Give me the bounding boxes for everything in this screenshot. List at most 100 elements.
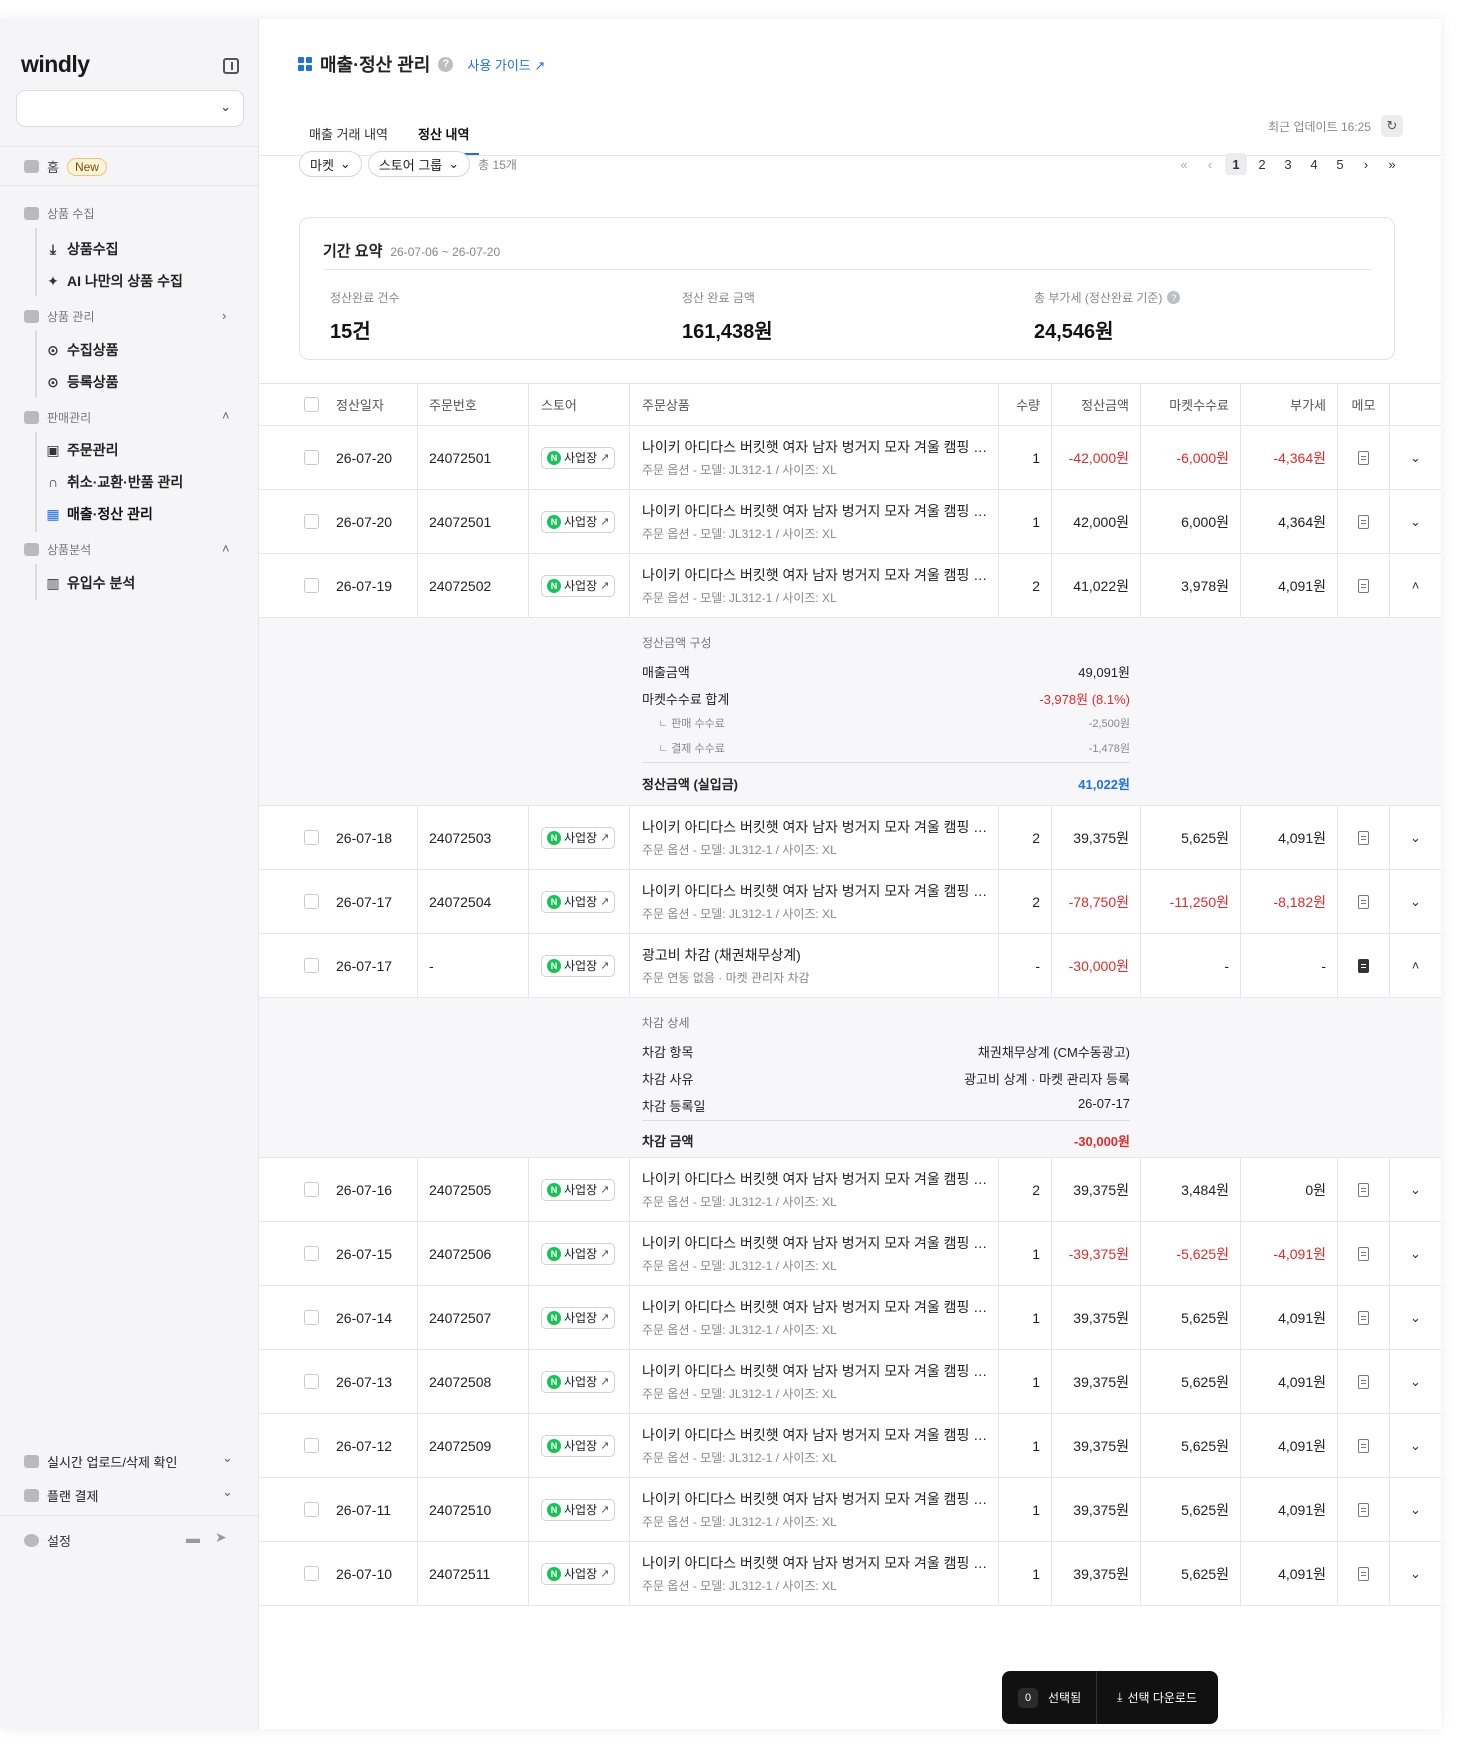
sidebar-item-plan[interactable]: 플랜 결제 xyxy=(24,1486,98,1505)
chevron-down-icon[interactable]: ⌄ xyxy=(222,1484,233,1500)
memo-icon[interactable] xyxy=(1358,958,1369,973)
market-fee: -5,625원 xyxy=(1141,1222,1241,1285)
store-group-filter[interactable]: 스토어 그룹 ⌄ xyxy=(367,151,471,177)
sidebar-group-analysis[interactable]: 상품분석 xyxy=(24,541,91,558)
cell-store: N 사업장 ↗ xyxy=(529,426,630,489)
sidebar-toggle-icon[interactable] xyxy=(223,58,239,74)
first-page-icon[interactable]: « xyxy=(1173,153,1195,175)
store-chip[interactable]: N 사업장 ↗ xyxy=(541,954,616,977)
memo-icon[interactable] xyxy=(1358,514,1369,529)
row-checkbox[interactable] xyxy=(304,450,319,465)
sidebar-group-sales[interactable]: 판매관리 xyxy=(24,409,91,426)
sidebar-item-settings[interactable]: 설정 xyxy=(24,1531,71,1550)
chevron-down-icon[interactable]: ⌄ xyxy=(1410,1438,1421,1454)
chevron-down-icon[interactable]: ⌄ xyxy=(1410,1310,1421,1326)
store-chip[interactable]: N 사업장 ↗ xyxy=(541,1434,616,1457)
row-checkbox[interactable] xyxy=(304,958,319,973)
store-chip[interactable]: N 사업장 ↗ xyxy=(541,510,616,533)
market-fee: 5,625원 xyxy=(1141,806,1241,869)
prev-page-icon[interactable]: ‹ xyxy=(1199,153,1221,175)
chevron-right-icon[interactable]: › xyxy=(222,308,226,323)
tab-settlement[interactable]: 정산 내역 xyxy=(418,124,469,143)
store-chip[interactable]: N 사업장 ↗ xyxy=(541,1306,616,1329)
settlement-amount: 39,375원 xyxy=(1052,1158,1141,1221)
refresh-icon[interactable]: ↻ xyxy=(1381,115,1403,137)
chevron-up-icon[interactable]: ˄ xyxy=(1412,578,1420,593)
chevron-down-icon[interactable]: ⌄ xyxy=(1410,1502,1421,1518)
page-5[interactable]: 5 xyxy=(1329,153,1351,175)
chevron-down-icon[interactable]: ⌄ xyxy=(1410,830,1421,846)
store-chip[interactable]: N 사업장 ↗ xyxy=(541,446,616,469)
page-1[interactable]: 1 xyxy=(1225,153,1247,175)
store-chip[interactable]: N 사업장 ↗ xyxy=(541,890,616,913)
chevron-down-icon[interactable]: ⌄ xyxy=(1410,1182,1421,1198)
sidebar-item-ai-collect[interactable]: ✦ AI 나만의 상품 수집 xyxy=(45,271,183,291)
market-filter[interactable]: 마켓 ⌄ xyxy=(299,151,362,177)
divider xyxy=(0,1515,259,1516)
sidebar-group-manage[interactable]: 상품 관리 xyxy=(24,308,95,325)
guide-link[interactable]: 사용 가이드 ↗ xyxy=(467,55,545,74)
row-checkbox[interactable] xyxy=(304,514,319,529)
memo-icon[interactable] xyxy=(1358,1438,1369,1453)
sidebar-item-returns[interactable]: ∩ 취소·교환·반품 관리 xyxy=(45,472,183,492)
sidebar-item-collect[interactable]: ⤓ 상품수집 xyxy=(45,239,119,259)
sidebar-item-orders[interactable]: ▣ 주문관리 xyxy=(45,440,118,460)
store-chip[interactable]: N 사업장 ↗ xyxy=(541,1370,616,1393)
store-chip[interactable]: N 사업장 ↗ xyxy=(541,1498,616,1521)
chevron-down-icon[interactable]: ⌄ xyxy=(222,1450,233,1466)
tab-sales-transactions[interactable]: 매출 거래 내역 xyxy=(309,124,388,143)
help-icon[interactable]: ? xyxy=(1167,291,1181,304)
row-checkbox[interactable] xyxy=(304,1438,319,1453)
memo-icon[interactable] xyxy=(1358,1502,1369,1517)
memo-icon[interactable] xyxy=(1358,450,1369,465)
memo-icon[interactable] xyxy=(1358,1374,1369,1389)
chevron-up-icon[interactable]: ˄ xyxy=(222,408,230,423)
store-chip[interactable]: N 사업장 ↗ xyxy=(541,574,616,597)
sidebar-item-traffic[interactable]: ▥ 유입수 분석 xyxy=(45,573,135,593)
sidebar-item-registered[interactable]: ⊙ 등록상품 xyxy=(45,372,118,392)
store-chip[interactable]: N 사업장 ↗ xyxy=(541,826,616,849)
sidebar-item-collected[interactable]: ⊙ 수집상품 xyxy=(45,340,118,360)
chevron-down-icon[interactable]: ⌄ xyxy=(1410,1246,1421,1262)
chevron-down-icon[interactable]: ⌄ xyxy=(1410,1566,1421,1582)
row-checkbox[interactable] xyxy=(304,1310,319,1325)
chevron-down-icon[interactable]: ⌄ xyxy=(1410,1374,1421,1390)
row-checkbox[interactable] xyxy=(304,1502,319,1517)
row-checkbox[interactable] xyxy=(304,578,319,593)
memo-icon[interactable] xyxy=(1358,578,1369,593)
download-selected-button[interactable]: ⤓ 선택 다운로드 xyxy=(1117,1689,1197,1706)
chevron-up-icon[interactable]: ˄ xyxy=(1412,958,1420,973)
chevron-down-icon[interactable]: ⌄ xyxy=(1410,894,1421,910)
memo-icon[interactable] xyxy=(1358,1182,1369,1197)
row-checkbox[interactable] xyxy=(304,830,319,845)
page-3[interactable]: 3 xyxy=(1277,153,1299,175)
row-checkbox[interactable] xyxy=(304,1566,319,1581)
chat-icon[interactable]: ▬ xyxy=(186,1530,200,1546)
send-icon[interactable]: ➤ xyxy=(215,1529,227,1546)
workspace-select[interactable]: ⌄ xyxy=(16,90,244,127)
row-checkbox[interactable] xyxy=(304,894,319,909)
last-page-icon[interactable]: » xyxy=(1381,153,1403,175)
row-checkbox[interactable] xyxy=(304,1374,319,1389)
row-checkbox[interactable] xyxy=(304,1246,319,1261)
memo-icon[interactable] xyxy=(1358,894,1369,909)
sidebar-item-settlement[interactable]: ▦ 매출·정산 관리 xyxy=(45,504,152,524)
store-chip[interactable]: N 사업장 ↗ xyxy=(541,1242,616,1265)
chevron-down-icon[interactable]: ⌄ xyxy=(1410,514,1421,530)
chevron-up-icon[interactable]: ˄ xyxy=(222,541,230,556)
page-2[interactable]: 2 xyxy=(1251,153,1273,175)
chevron-down-icon[interactable]: ⌄ xyxy=(1410,450,1421,466)
next-page-icon[interactable]: › xyxy=(1355,153,1377,175)
row-checkbox[interactable] xyxy=(304,1182,319,1197)
store-chip[interactable]: N 사업장 ↗ xyxy=(541,1562,616,1585)
sidebar-item-realtime[interactable]: 실시간 업로드/삭제 확인 xyxy=(24,1452,177,1471)
select-all-checkbox[interactable] xyxy=(304,397,319,412)
page-4[interactable]: 4 xyxy=(1303,153,1325,175)
help-icon[interactable]: ? xyxy=(438,56,454,72)
sidebar-item-home[interactable]: 홈 New xyxy=(24,157,107,176)
memo-icon[interactable] xyxy=(1358,1246,1369,1261)
store-chip[interactable]: N 사업장 ↗ xyxy=(541,1178,616,1201)
memo-icon[interactable] xyxy=(1358,830,1369,845)
memo-icon[interactable] xyxy=(1358,1566,1369,1581)
memo-icon[interactable] xyxy=(1358,1310,1369,1325)
